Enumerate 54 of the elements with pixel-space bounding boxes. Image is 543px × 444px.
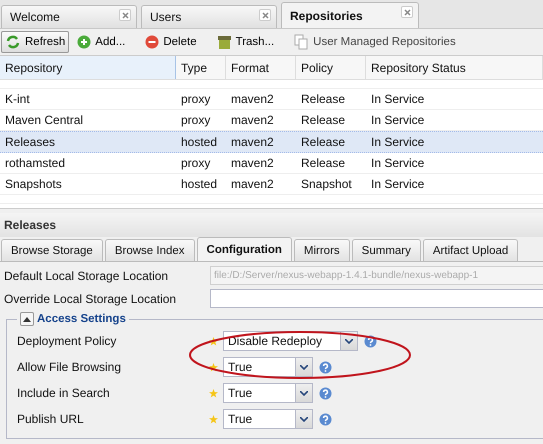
column-header[interactable]: Type bbox=[176, 56, 226, 79]
caret-icon bbox=[345, 338, 353, 344]
collapse-button[interactable] bbox=[20, 312, 34, 326]
dropdown[interactable]: True bbox=[223, 383, 313, 403]
toolbar-button[interactable]: Delete bbox=[141, 31, 201, 53]
trash-icon bbox=[216, 34, 232, 50]
delete-icon bbox=[145, 35, 160, 49]
close-icon[interactable] bbox=[119, 9, 131, 21]
column-header[interactable]: Policy bbox=[296, 56, 366, 79]
tab[interactable]: Users bbox=[141, 5, 277, 28]
tab[interactable]: Mirrors bbox=[294, 239, 350, 261]
help-icon[interactable] bbox=[319, 386, 332, 400]
text-field[interactable] bbox=[210, 289, 543, 308]
toolbar-button[interactable]: Refresh bbox=[1, 31, 70, 53]
table-row[interactable]: K-int proxy maven2 Release In Service bbox=[0, 89, 543, 110]
column-header[interactable]: Repository Status bbox=[366, 56, 543, 79]
table-row[interactable]: Releases hosted maven2 Release In Service bbox=[0, 131, 543, 153]
field-label: Default Local Storage Location bbox=[4, 268, 170, 282]
dropdown[interactable]: True bbox=[223, 357, 313, 377]
tab[interactable]: Artifact Upload bbox=[422, 239, 518, 261]
toolbar-button[interactable]: User Managed Repositories bbox=[290, 31, 460, 53]
field-label: Publish URL bbox=[17, 412, 85, 426]
table-row[interactable]: Snapshots hosted maven2 Snapshot In Service bbox=[0, 174, 543, 195]
field-label: Include in Search bbox=[17, 386, 111, 400]
tab[interactable]: Summary bbox=[352, 239, 421, 261]
section-title: Access Settings bbox=[37, 313, 126, 325]
panel-title: Releases bbox=[0, 213, 543, 237]
close-icon[interactable] bbox=[259, 9, 271, 21]
tab[interactable]: Browse Storage bbox=[1, 239, 103, 261]
tab[interactable]: Browse Index bbox=[104, 239, 195, 261]
pages-icon bbox=[294, 34, 310, 50]
table-row[interactable]: rothamsted proxy maven2 Release In Service bbox=[0, 153, 543, 174]
caret-icon bbox=[300, 416, 308, 422]
field-label: Override Local Storage Location bbox=[4, 292, 178, 306]
column-header[interactable]: Format bbox=[226, 56, 296, 79]
refresh-icon bbox=[5, 34, 21, 50]
tab[interactable]: Configuration bbox=[196, 237, 292, 261]
help-icon[interactable] bbox=[319, 412, 332, 426]
caret-icon bbox=[300, 390, 308, 396]
close-icon[interactable] bbox=[401, 6, 413, 18]
field-label: Deployment Policy bbox=[17, 334, 118, 348]
tab[interactable]: Repositories bbox=[281, 2, 419, 28]
toolbar-button[interactable]: Trash... bbox=[212, 31, 278, 53]
toolbar-button[interactable]: Add... bbox=[73, 31, 130, 53]
help-icon[interactable] bbox=[364, 334, 377, 348]
add-icon bbox=[77, 35, 92, 49]
field-label: Allow File Browsing bbox=[17, 360, 122, 374]
dropdown[interactable]: Disable Redeploy bbox=[223, 331, 358, 351]
tab[interactable]: Welcome bbox=[1, 5, 137, 28]
dropdown[interactable]: True bbox=[223, 409, 313, 429]
help-icon[interactable] bbox=[319, 360, 332, 374]
caret-icon bbox=[300, 364, 308, 370]
column-header[interactable]: Repository bbox=[0, 56, 176, 79]
triangle-icon bbox=[23, 316, 31, 322]
